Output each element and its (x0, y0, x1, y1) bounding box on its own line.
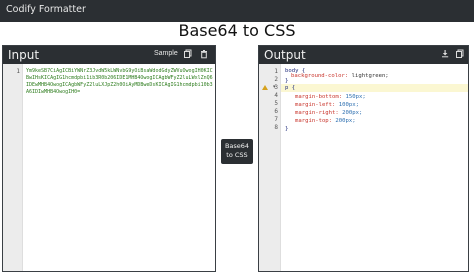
page-title: Base64 to CSS (178, 21, 296, 40)
convert-button[interactable]: Base64 to CSS (221, 139, 253, 164)
line-number: 4 (274, 92, 278, 99)
input-editor[interactable]: 1 Ym9keSB7CiAgICBiYWNrZ3JvdW5kLWNvbG9yOi… (3, 64, 215, 271)
trash-icon[interactable] (199, 48, 210, 61)
css-value: 150px; (342, 94, 366, 100)
code-line: margin-top: 200px; (295, 118, 356, 124)
css-value: 200px; (332, 118, 356, 124)
app-title: Codify Formatter (6, 4, 86, 15)
download-icon[interactable] (440, 48, 451, 61)
css-value: 100px; (335, 102, 359, 108)
input-panel-title: Input (8, 48, 40, 62)
input-panel: Input Sample 1 Ym9keSB7CiAgICBiYWNrZ3Jvd… (2, 45, 216, 272)
top-bar: Codify Formatter (0, 0, 474, 22)
line-number: 5 (274, 100, 278, 107)
css-property: margin-right: (295, 110, 339, 116)
line-number: 8 (274, 124, 278, 131)
css-property: margin-top: (295, 118, 333, 124)
output-panel-title: Output (264, 48, 306, 62)
output-panel: Output 1 2 3 ▾ 4 5 6 7 8 body { backgrou… (258, 45, 469, 272)
line-number: 1 (16, 68, 20, 75)
code-line: margin-right: 200px; (295, 110, 362, 116)
code-line: } (285, 78, 289, 84)
code-line: background-color: lightgreen; (291, 73, 389, 79)
output-editor[interactable]: 1 2 3 ▾ 4 5 6 7 8 body { background-colo… (259, 64, 468, 271)
input-code[interactable]: Ym9keSB7CiAgICBiYWNrZ3JvdW5kLWNvbG9yOiBs… (26, 68, 213, 96)
input-gutter: 1 (3, 64, 23, 271)
sample-button[interactable]: Sample (154, 50, 178, 57)
css-value: 200px; (338, 110, 363, 116)
css-property: background-color: (291, 73, 349, 79)
code-line: margin-bottom: 150px; (295, 94, 366, 100)
line-number: 7 (274, 116, 278, 123)
copy-icon[interactable] (455, 48, 466, 61)
code-line: } (285, 126, 289, 132)
code-line: p { (285, 85, 296, 91)
code-line: margin-left: 100px; (295, 102, 359, 108)
input-panel-header: Input Sample (3, 46, 215, 64)
line-number: 1 (274, 68, 278, 75)
line-number: 6 (274, 108, 278, 115)
fold-arrow-icon[interactable]: ▾ (273, 84, 276, 90)
css-value: lightgreen; (348, 73, 389, 79)
convert-button-line2: to CSS (226, 151, 248, 159)
output-gutter: 1 2 3 ▾ 4 5 6 7 8 (259, 64, 281, 271)
css-property: margin-left: (295, 102, 336, 108)
warning-icon (262, 85, 268, 90)
copy-icon[interactable] (183, 48, 194, 61)
line-number: 2 (274, 76, 278, 83)
convert-button-line1: Base64 (224, 142, 250, 150)
css-property: margin-bottom: (295, 94, 343, 100)
output-panel-header: Output (259, 46, 468, 64)
